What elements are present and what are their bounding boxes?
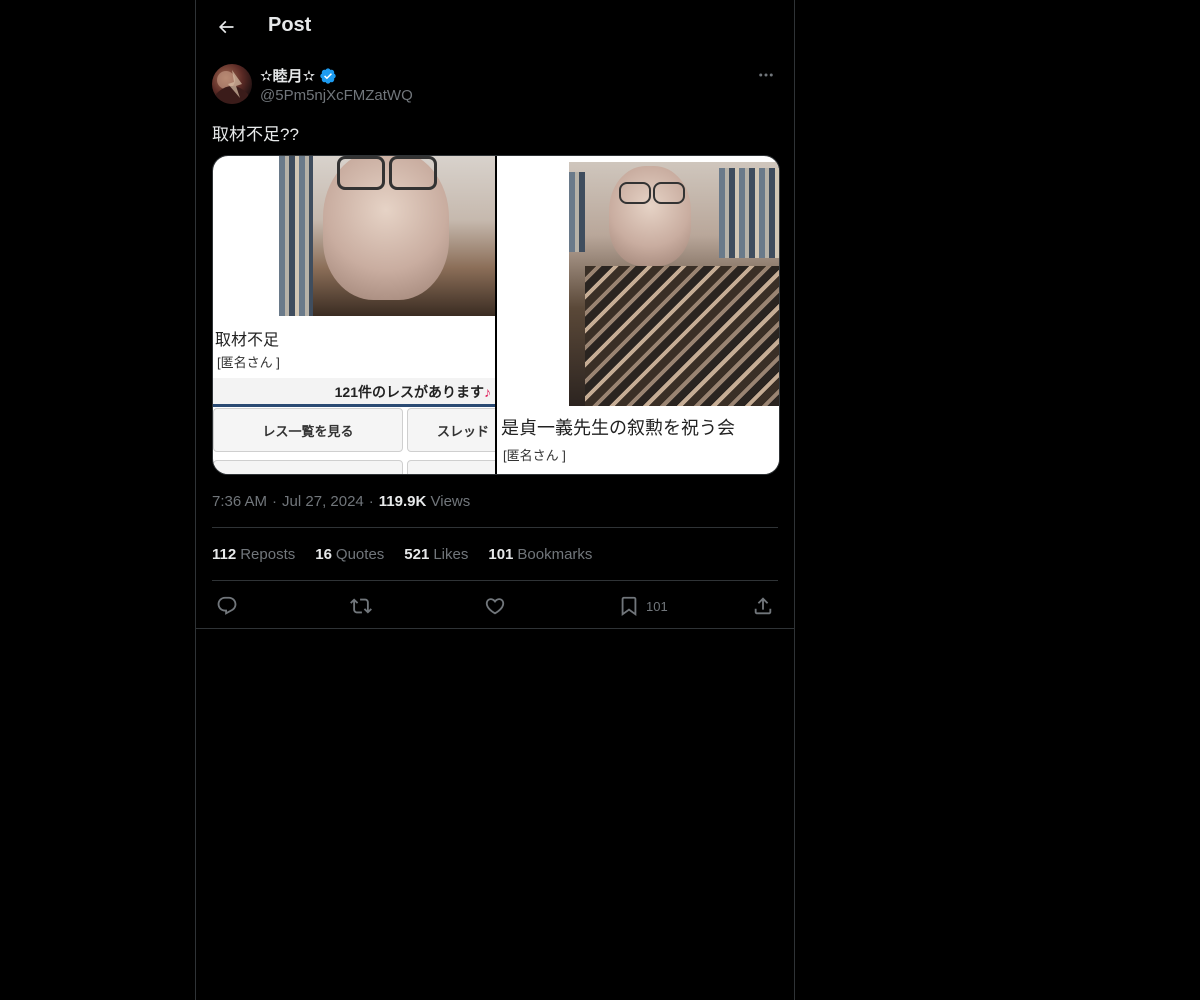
primary-column: Post ✫睦月✫ @5Pm5njXcFMZatWQ 取材不足?? 取材不足 [… — [195, 0, 795, 1000]
likes-label: Likes — [433, 546, 469, 563]
verified-badge-icon — [319, 67, 337, 85]
media-1-button-thread: スレッド — [407, 408, 495, 452]
page-title: Post — [268, 14, 312, 36]
sweater-pattern — [585, 266, 779, 406]
bookshelf-1 — [279, 156, 313, 316]
post-author: ✫睦月✫ @5Pm5njXcFMZatWQ — [212, 64, 778, 108]
views-count: 119.9K — [378, 493, 427, 510]
quotes-count: 16 — [315, 546, 332, 563]
divider-top — [212, 527, 778, 528]
media-image-2[interactable]: 是貞一義先生の叙勲を祝う会 [匿名さん ] — [497, 156, 779, 474]
photo-1 — [279, 156, 495, 316]
arrow-left-icon — [216, 17, 236, 37]
likes-count: 521 — [404, 546, 430, 563]
post-header: Post — [196, 0, 794, 54]
back-button[interactable] — [208, 9, 244, 45]
photo-2 — [569, 162, 779, 406]
glasses-2b — [653, 182, 685, 204]
glasses-1b — [389, 156, 437, 190]
quotes-label: Quotes — [335, 546, 385, 563]
media-split-line — [495, 156, 497, 474]
bookmark-button[interactable]: 101 — [618, 590, 668, 622]
quotes-stat[interactable]: 16 Quotes — [315, 546, 384, 563]
post-actions: 101 — [212, 590, 778, 622]
reposts-count: 112 — [212, 546, 237, 563]
reply-count-text: 121件のレスがあります♪ — [335, 382, 491, 402]
bookmarks-stat[interactable]: 101 Bookmarks — [488, 546, 592, 563]
media-1-subcaption: [匿名さん ] — [217, 355, 280, 370]
media-2-subcaption: [匿名さん ] — [503, 448, 566, 463]
post-text: 取材不足?? — [212, 125, 299, 144]
reposts-stat[interactable]: 112 Reposts — [212, 546, 295, 563]
reply-count-bar: 121件のレスがあります♪ — [213, 378, 495, 407]
post-time[interactable]: 7:36 AM — [212, 493, 267, 510]
reply-count-label: 121件のレスがあります — [334, 384, 484, 400]
divider-bottom — [196, 628, 794, 629]
share-button[interactable] — [752, 590, 774, 622]
divider-middle — [212, 580, 778, 581]
display-name-row: ✫睦月✫ — [260, 65, 337, 86]
repost-icon — [350, 595, 372, 617]
reply-button[interactable] — [216, 590, 238, 622]
post-media[interactable]: 取材不足 [匿名さん ] 121件のレスがあります♪ レス一覧を見る スレッド — [212, 155, 780, 475]
user-handle[interactable]: @5Pm5njXcFMZatWQ — [260, 87, 413, 104]
likes-stat[interactable]: 521 Likes — [404, 546, 468, 563]
like-button[interactable] — [484, 590, 506, 622]
media-2-caption: 是貞一義先生の叙勲を祝う会 — [501, 418, 735, 438]
media-image-1[interactable]: 取材不足 [匿名さん ] 121件のレスがあります♪ レス一覧を見る スレッド — [213, 156, 495, 474]
bookmarks-label: Bookmarks — [517, 546, 593, 563]
post-stats: 112 Reposts 16 Quotes 521 Likes 101 Bookmark… — [212, 546, 592, 563]
post-date[interactable]: Jul 27, 2024 — [282, 493, 364, 510]
media-1-button-blank-b — [407, 460, 495, 474]
bookmark-icon — [618, 595, 640, 617]
post-metadata: 7:36 AM · Jul 27, 2024 · 119.9K Views — [212, 493, 470, 510]
share-icon — [752, 595, 774, 617]
reposts-label: Reposts — [240, 546, 296, 563]
more-dots-icon — [757, 66, 775, 84]
media-1-button-reply-list: レス一覧を見る — [213, 408, 403, 452]
more-options-button[interactable] — [754, 64, 778, 86]
glasses-1 — [337, 156, 385, 190]
display-name[interactable]: ✫睦月✫ — [260, 65, 315, 86]
bookmark-count: 101 — [646, 598, 668, 614]
reply-icon — [216, 595, 238, 617]
bookshelf-2 — [719, 168, 779, 258]
avatar[interactable] — [212, 64, 252, 104]
bookshelf-2b — [569, 172, 585, 252]
meta-separator: · — [272, 493, 278, 510]
views-label: Views — [430, 493, 471, 510]
media-1-button-blank-a — [213, 460, 403, 474]
face-2 — [609, 166, 691, 266]
glasses-2 — [619, 182, 651, 204]
heart-icon — [484, 595, 506, 617]
repost-button[interactable] — [350, 590, 372, 622]
media-1-caption: 取材不足 — [215, 332, 280, 349]
meta-separator: · — [368, 493, 374, 510]
bookmarks-count: 101 — [488, 546, 514, 563]
note-glyph: ♪ — [484, 384, 491, 400]
